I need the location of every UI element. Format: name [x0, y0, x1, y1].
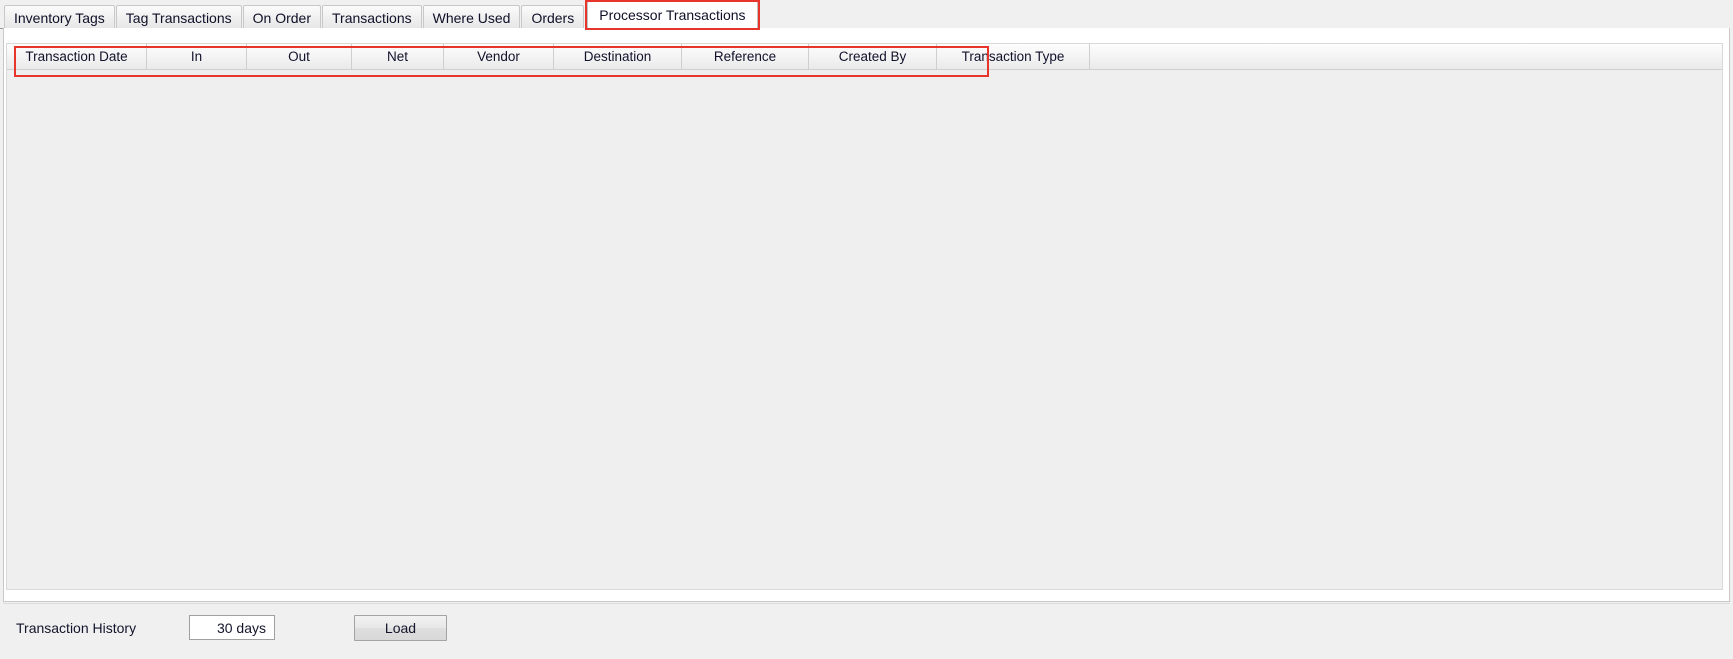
tab-transactions[interactable]: Transactions: [322, 5, 422, 29]
tab-label: On Order: [252, 10, 311, 26]
tab-on-order[interactable]: On Order: [242, 5, 321, 29]
grid-column-header-label: Transaction Date: [25, 49, 128, 64]
tab-strip: Inventory Tags Tag Transactions On Order Tr…: [0, 0, 1733, 30]
tab-processor-transactions[interactable]: Processor Transactions: [585, 0, 760, 30]
load-button[interactable]: Load: [354, 615, 447, 641]
tab-tag-transactions[interactable]: Tag Transactions: [115, 5, 242, 29]
bottom-toolbar: Transaction History Load: [3, 603, 1730, 657]
grid-column-header-label: Transaction Type: [961, 49, 1065, 64]
grid-column-header-label: Created By: [838, 49, 907, 64]
tab-where-used[interactable]: Where Used: [422, 5, 521, 29]
tab-label: Inventory Tags: [14, 10, 105, 26]
grid-column-header-label: Net: [386, 49, 408, 64]
grid-column-header-created-by[interactable]: Created By: [809, 44, 937, 69]
grid-column-header-transaction-type[interactable]: Transaction Type: [937, 44, 1090, 69]
tab-inventory-tags[interactable]: Inventory Tags: [4, 5, 115, 29]
grid-column-header-filler: [1090, 44, 1722, 69]
transactions-grid[interactable]: Transaction Date In Out Net Vendor Destinatio…: [6, 43, 1723, 590]
grid-column-header-label: In: [190, 49, 203, 64]
grid-column-header-label: Reference: [713, 49, 777, 64]
grid-column-header-in[interactable]: In: [147, 44, 247, 69]
grid-column-header-label: Destination: [583, 49, 652, 64]
tab-label: Tag Transactions: [125, 10, 232, 26]
tab-list: Inventory Tags Tag Transactions On Order Tr…: [4, 0, 760, 30]
grid-body[interactable]: [7, 70, 1722, 589]
tab-label: Processor Transactions: [599, 7, 746, 23]
grid-column-header-vendor[interactable]: Vendor: [444, 44, 554, 69]
grid-header-row: Transaction Date In Out Net Vendor Destinatio…: [7, 44, 1722, 70]
grid-column-header-label: Out: [288, 49, 310, 64]
processor-transactions-panel: Transaction Date In Out Net Vendor Destinatio…: [3, 28, 1730, 602]
transaction-history-label: Transaction History: [16, 620, 137, 636]
grid-column-header-out[interactable]: Out: [247, 44, 352, 69]
application-window: Inventory Tags Tag Transactions On Order Tr…: [0, 0, 1733, 659]
grid-column-header-net[interactable]: Net: [352, 44, 444, 69]
grid-column-header-destination[interactable]: Destination: [554, 44, 682, 69]
transaction-history-days-input[interactable]: [189, 615, 275, 640]
tab-orders[interactable]: Orders: [521, 5, 585, 29]
tab-label: Orders: [531, 10, 575, 26]
grid-column-header-reference[interactable]: Reference: [682, 44, 809, 69]
grid-column-header-label: Vendor: [477, 49, 520, 64]
tab-label: Transactions: [332, 10, 412, 26]
grid-column-header-transaction-date[interactable]: Transaction Date: [7, 44, 147, 69]
tab-label: Where Used: [432, 10, 511, 26]
